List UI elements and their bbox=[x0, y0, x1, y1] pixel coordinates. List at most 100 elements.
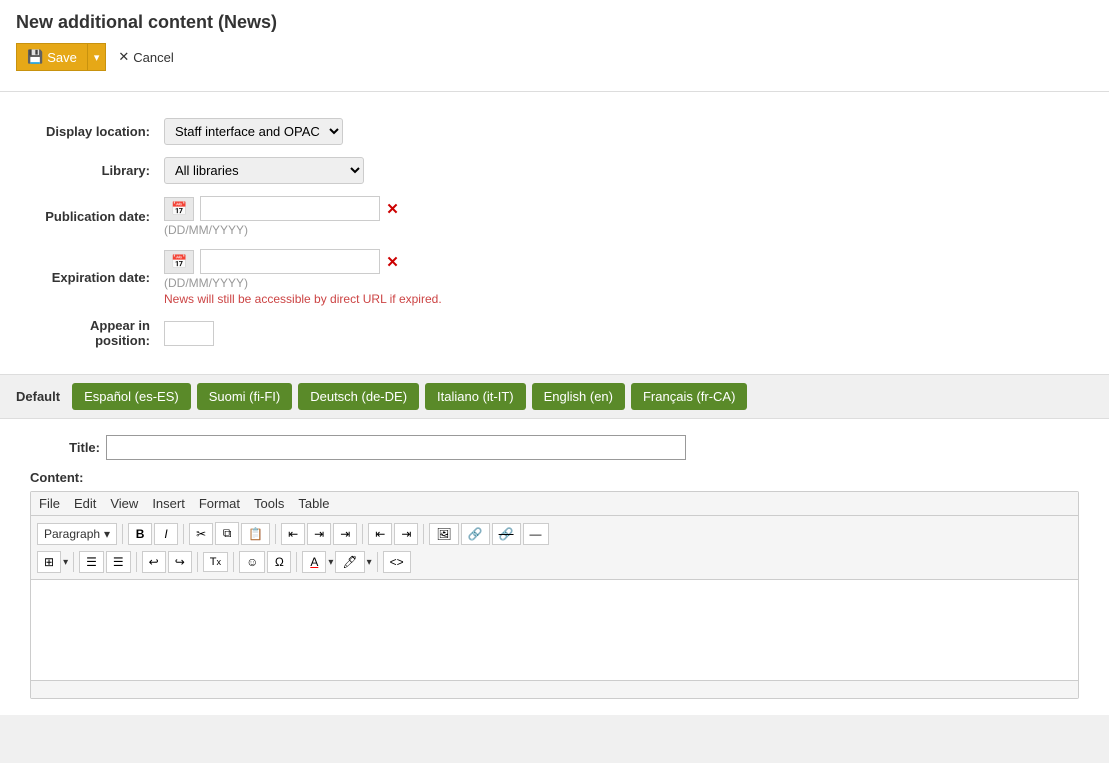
menu-edit[interactable]: Edit bbox=[74, 496, 96, 511]
menu-view[interactable]: View bbox=[110, 496, 138, 511]
cancel-label: Cancel bbox=[133, 50, 173, 65]
menu-insert[interactable]: Insert bbox=[152, 496, 185, 511]
toolbar-row-1: Paragraph ▾ B I ✂ ⧉ 📋 ⇤ ⇥ ⇥ ⇤ ⇥ 🖼 🔗 bbox=[37, 520, 1072, 547]
title-field-label: Title: bbox=[30, 440, 100, 455]
indent-button[interactable]: ⇥ bbox=[394, 523, 418, 545]
emoji-button[interactable]: ☺ bbox=[239, 551, 265, 573]
bold-button[interactable]: B bbox=[128, 523, 152, 545]
toolbar-row-2: ⊞ ▾ ☰ ☰ ↩ ↪ Tx ☺ Ω A ▾ 🖊 ▾ <> bbox=[37, 549, 1072, 575]
link-button[interactable]: 🔗 bbox=[461, 523, 490, 545]
separator-5 bbox=[423, 524, 424, 544]
editor-statusbar bbox=[31, 680, 1078, 698]
copy-button[interactable]: ⧉ bbox=[215, 522, 239, 545]
toolbar: 💾 Save ▾ ✕ Cancel bbox=[16, 43, 1093, 71]
expiration-date-icon-btn[interactable]: 📅 bbox=[164, 250, 194, 274]
save-dropdown-button[interactable]: ▾ bbox=[87, 43, 107, 71]
publication-date-clear[interactable]: ✕ bbox=[386, 200, 399, 218]
tab-francais[interactable]: Français (fr-CA) bbox=[631, 383, 747, 410]
tab-suomi[interactable]: Suomi (fi-FI) bbox=[197, 383, 293, 410]
table-button[interactable]: ⊞ bbox=[37, 551, 61, 573]
title-row: Title: bbox=[30, 435, 1079, 460]
publication-date-input[interactable] bbox=[200, 196, 380, 221]
clear-format-button[interactable]: Tx bbox=[203, 552, 228, 572]
tab-italiano[interactable]: Italiano (it-IT) bbox=[425, 383, 526, 410]
position-input[interactable] bbox=[164, 321, 214, 346]
tab-espanol[interactable]: Español (es-ES) bbox=[72, 383, 191, 410]
bullet-list-button[interactable]: ☰ bbox=[79, 551, 104, 573]
language-tabs-section: Default Español (es-ES) Suomi (fi-FI) De… bbox=[0, 374, 1109, 419]
paste-button[interactable]: 📋 bbox=[241, 523, 270, 545]
library-row: Library: All libraries Library A Library… bbox=[30, 151, 1079, 190]
tab-deutsch[interactable]: Deutsch (de-DE) bbox=[298, 383, 419, 410]
menu-format[interactable]: Format bbox=[199, 496, 240, 511]
separator-9 bbox=[233, 552, 234, 572]
menu-file[interactable]: File bbox=[39, 496, 60, 511]
editor-toolbar: Paragraph ▾ B I ✂ ⧉ 📋 ⇤ ⇥ ⇥ ⇤ ⇥ 🖼 🔗 bbox=[31, 516, 1078, 580]
display-location-label: Display location: bbox=[30, 112, 160, 151]
publication-date-label: Publication date: bbox=[30, 190, 160, 243]
display-location-cell: Staff interface and OPAC Staff interface… bbox=[160, 112, 1079, 151]
form-table: Display location: Staff interface and OP… bbox=[30, 112, 1079, 354]
tab-english[interactable]: English (en) bbox=[532, 383, 625, 410]
title-input[interactable] bbox=[106, 435, 686, 460]
separator-11 bbox=[377, 552, 378, 572]
redo-button[interactable]: ↪ bbox=[168, 551, 192, 573]
align-left-button[interactable]: ⇤ bbox=[281, 523, 305, 545]
align-right-button[interactable]: ⇥ bbox=[333, 523, 357, 545]
position-label: Appear in position: bbox=[30, 312, 160, 354]
paragraph-select[interactable]: Paragraph ▾ bbox=[37, 523, 117, 545]
save-icon: 💾 bbox=[27, 49, 43, 65]
expiration-date-wrap: 📅 ✕ bbox=[164, 249, 1075, 274]
unlink-button[interactable]: 🔗 bbox=[492, 523, 521, 545]
hr-button[interactable]: — bbox=[523, 523, 549, 545]
paragraph-dropdown-icon: ▾ bbox=[104, 527, 110, 541]
separator-3 bbox=[275, 524, 276, 544]
editor-wrapper: File Edit View Insert Format Tools Table… bbox=[30, 491, 1079, 699]
main-content: Display location: Staff interface and OP… bbox=[0, 92, 1109, 374]
expiration-date-cell: 📅 ✕ (DD/MM/YYYY) News will still be acce… bbox=[160, 243, 1079, 312]
library-cell: All libraries Library A Library B bbox=[160, 151, 1079, 190]
highlight-button[interactable]: 🖊 bbox=[335, 551, 364, 573]
italic-button[interactable]: I bbox=[154, 523, 178, 545]
position-cell bbox=[160, 312, 1079, 354]
appear-position-label: Appear in position: bbox=[90, 318, 150, 348]
tabs-default-label: Default bbox=[16, 389, 60, 404]
display-location-row: Display location: Staff interface and OP… bbox=[30, 112, 1079, 151]
display-location-select[interactable]: Staff interface and OPAC Staff interface… bbox=[164, 118, 343, 145]
save-button-group: 💾 Save ▾ bbox=[16, 43, 106, 71]
paragraph-label: Paragraph bbox=[44, 527, 100, 541]
separator-6 bbox=[73, 552, 74, 572]
save-label: Save bbox=[47, 50, 77, 65]
position-row: Appear in position: bbox=[30, 312, 1079, 354]
library-select[interactable]: All libraries Library A Library B bbox=[164, 157, 364, 184]
special-char-button[interactable]: Ω bbox=[267, 551, 291, 573]
outdent-button[interactable]: ⇤ bbox=[368, 523, 392, 545]
source-button[interactable]: <> bbox=[383, 551, 411, 573]
expiration-date-clear[interactable]: ✕ bbox=[386, 253, 399, 271]
font-color-dropdown-icon: ▾ bbox=[328, 557, 333, 568]
cancel-button[interactable]: ✕ Cancel bbox=[110, 44, 181, 70]
font-color-button[interactable]: A bbox=[302, 551, 326, 573]
expiration-date-row: Expiration date: 📅 ✕ (DD/MM/YYYY) News w… bbox=[30, 243, 1079, 312]
editor-menubar: File Edit View Insert Format Tools Table bbox=[31, 492, 1078, 516]
separator-8 bbox=[197, 552, 198, 572]
separator-1 bbox=[122, 524, 123, 544]
content-field-label: Content: bbox=[30, 470, 1079, 485]
save-button[interactable]: 💾 Save bbox=[16, 43, 87, 71]
separator-2 bbox=[183, 524, 184, 544]
menu-tools[interactable]: Tools bbox=[254, 496, 284, 511]
image-button[interactable]: 🖼 bbox=[429, 523, 458, 545]
library-label: Library: bbox=[30, 151, 160, 190]
publication-date-icon-btn[interactable]: 📅 bbox=[164, 197, 194, 221]
cut-button[interactable]: ✂ bbox=[189, 523, 213, 545]
menu-table[interactable]: Table bbox=[298, 496, 329, 511]
page-title: New additional content (News) bbox=[16, 12, 1093, 33]
numbered-list-button[interactable]: ☰ bbox=[106, 551, 131, 573]
separator-7 bbox=[136, 552, 137, 572]
expiration-date-input[interactable] bbox=[200, 249, 380, 274]
separator-10 bbox=[296, 552, 297, 572]
highlight-dropdown-icon: ▾ bbox=[367, 557, 372, 568]
align-center-button[interactable]: ⇥ bbox=[307, 523, 331, 545]
editor-body[interactable] bbox=[31, 580, 1078, 680]
undo-button[interactable]: ↩ bbox=[142, 551, 166, 573]
